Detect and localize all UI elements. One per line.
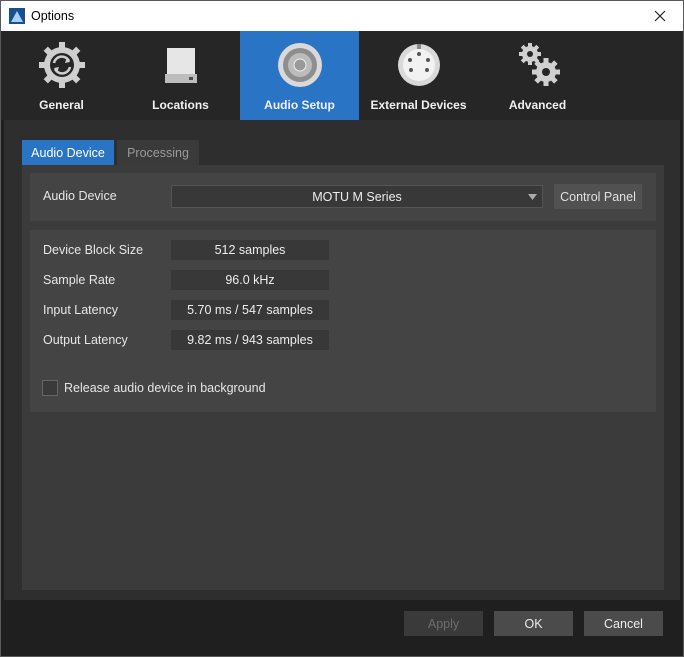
device-info-group: Device Block Size 512 samples Sample Rat… bbox=[30, 230, 656, 412]
release-device-label: Release audio device in background bbox=[64, 381, 266, 395]
subtab-processing[interactable]: Processing bbox=[117, 140, 199, 165]
tab-general-label: General bbox=[39, 98, 84, 112]
tab-general[interactable]: General bbox=[2, 31, 121, 120]
app-icon bbox=[9, 8, 25, 24]
tab-external-devices-label: External Devices bbox=[370, 98, 467, 112]
tab-locations-label: Locations bbox=[152, 98, 209, 112]
audio-device-selected: MOTU M Series bbox=[312, 189, 402, 204]
apply-button[interactable]: Apply bbox=[404, 611, 483, 636]
close-icon bbox=[654, 10, 666, 22]
ok-button[interactable]: OK bbox=[494, 611, 573, 636]
chevron-down-icon bbox=[528, 194, 537, 200]
output-latency-label: Output Latency bbox=[43, 333, 128, 347]
window-title: Options bbox=[31, 9, 75, 23]
output-latency-value: 9.82 ms / 943 samples bbox=[171, 330, 329, 350]
close-button[interactable] bbox=[637, 1, 683, 31]
block-size-value: 512 samples bbox=[171, 240, 329, 260]
device-selection-group: Audio Device MOTU M Series Control Panel bbox=[30, 173, 656, 221]
cancel-button[interactable]: Cancel bbox=[584, 611, 663, 636]
title-bar: Options bbox=[1, 1, 683, 31]
options-window: Options General Locations Audio Setup Ex… bbox=[0, 0, 684, 657]
content-area: Audio Device Processing Audio Device MOT… bbox=[4, 120, 680, 600]
subtab-audio-device[interactable]: Audio Device bbox=[22, 140, 114, 165]
control-panel-button[interactable]: Control Panel bbox=[554, 184, 642, 209]
speaker-icon bbox=[278, 43, 322, 87]
release-device-checkbox[interactable] bbox=[42, 380, 58, 396]
audio-device-dropdown[interactable]: MOTU M Series bbox=[171, 185, 543, 208]
tab-advanced-label: Advanced bbox=[508, 98, 567, 112]
drive-icon bbox=[165, 48, 197, 83]
tab-external-devices[interactable]: External Devices bbox=[359, 31, 478, 120]
block-size-label: Device Block Size bbox=[43, 243, 144, 257]
refresh-gear-icon bbox=[39, 42, 85, 88]
tab-advanced[interactable]: Advanced bbox=[478, 31, 597, 120]
tab-audio-setup[interactable]: Audio Setup bbox=[240, 31, 359, 120]
sample-rate-value: 96.0 kHz bbox=[171, 270, 329, 290]
tab-locations[interactable]: Locations bbox=[121, 31, 240, 120]
gears-icon bbox=[519, 43, 560, 86]
sample-rate-label: Sample Rate bbox=[43, 273, 116, 287]
tab-audio-setup-label: Audio Setup bbox=[264, 98, 335, 112]
midi-port-icon bbox=[398, 44, 440, 86]
audio-device-panel: Audio Device MOTU M Series Control Panel… bbox=[22, 165, 664, 590]
category-bar: General Locations Audio Setup External D… bbox=[1, 31, 683, 120]
input-latency-value: 5.70 ms / 547 samples bbox=[171, 300, 329, 320]
input-latency-label: Input Latency bbox=[43, 303, 119, 317]
audio-device-label: Audio Device bbox=[43, 189, 117, 203]
